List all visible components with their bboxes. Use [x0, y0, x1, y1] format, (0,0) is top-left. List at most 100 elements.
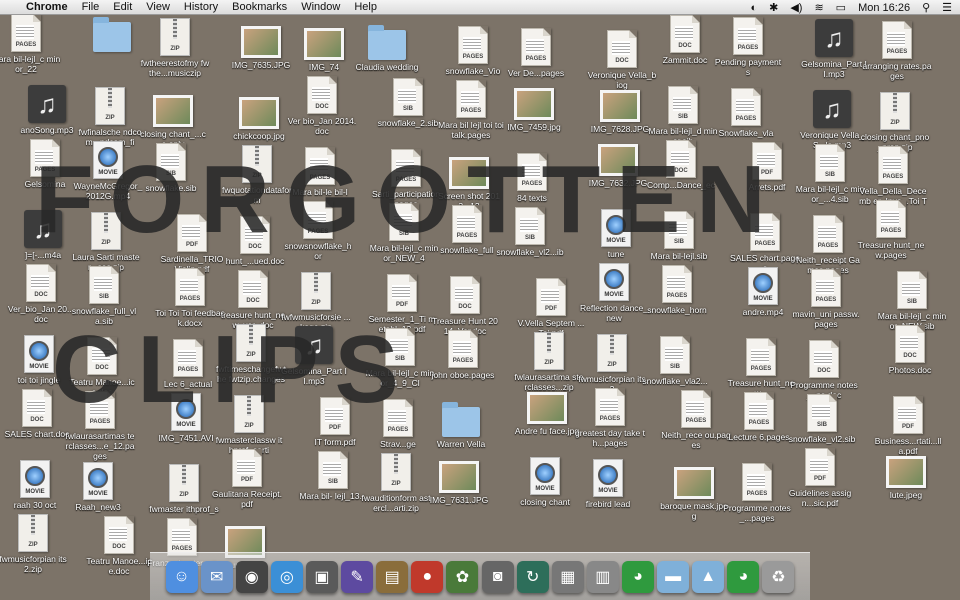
desktop-item[interactable]: PDF Gaulitana Receipt.pdf: [212, 449, 282, 509]
desktop-item[interactable]: PAGES Mara bil-lejl_c minor_22: [0, 14, 60, 74]
dock-chrome-2-icon[interactable]: ◕: [727, 560, 760, 593]
menu-clock[interactable]: Mon 16:26: [858, 2, 910, 14]
desktop-item-label: Pending payments: [714, 57, 782, 77]
desktop-item[interactable]: DOC Ver_bio_Jan 20...doc: [8, 264, 74, 324]
desktop-item[interactable]: ZIP fwmusicforpian its2.zip: [0, 514, 67, 574]
dock-downloads-folder-icon[interactable]: ▬: [657, 560, 690, 593]
desktop-item[interactable]: ZIP fwmaster ithprof_s: [149, 464, 219, 514]
desktop-item[interactable]: PAGES greatest day take th...pages: [575, 388, 645, 448]
desktop-item[interactable]: DOC Teatru Manoe...ice.doc: [86, 516, 152, 576]
desktop-item[interactable]: ♫ Gelsomina_Part II.mp3: [801, 19, 867, 79]
desktop-item[interactable]: PAGES Ver De...pages: [503, 28, 569, 78]
dock-timemachine-icon[interactable]: ↻: [516, 560, 549, 593]
dock-mail-icon[interactable]: ✉: [200, 560, 233, 593]
dock-safari-icon[interactable]: ◎: [270, 560, 303, 593]
desktop-item[interactable]: Claudia wedding: [354, 24, 420, 72]
dock-photobooth-icon[interactable]: ●: [411, 560, 444, 593]
desktop-item[interactable]: SIBMara bil-lejl_c minor_NEW.sib: [878, 271, 946, 331]
desktop-item[interactable]: IMG_7635.JPG: [228, 20, 294, 70]
dock-camera-icon[interactable]: ◙: [481, 560, 514, 593]
desktop-item[interactable]: closing chant_...ce only: [140, 89, 206, 149]
dock-apps-folder-icon[interactable]: ▲: [692, 560, 725, 593]
desktop-item[interactable]: SIBMara bil-lejl_d minor.sib: [649, 86, 717, 146]
desktop-item[interactable]: Andre fu face.jpg: [514, 386, 580, 436]
desktop-item[interactable]: PAGES snowflake_Vio: [440, 26, 506, 76]
desktop-item[interactable]: IMG_7628.JPG: [587, 84, 653, 134]
dock-chrome-icon[interactable]: ◕: [621, 560, 654, 593]
search-icon[interactable]: ⚲: [922, 1, 930, 14]
battery-icon[interactable]: ▭: [836, 1, 846, 14]
desktop-item[interactable]: DOC Photos.doc: [877, 325, 943, 375]
desktop-item[interactable]: ZIPfwmusicforpian its2: [578, 334, 646, 394]
menu-history[interactable]: History: [184, 1, 218, 13]
desktop-item[interactable]: IMG_7459.jpg: [501, 82, 567, 132]
menu-view[interactable]: View: [146, 1, 170, 13]
desktop-item[interactable]: PAGES Lecture 6.pages: [726, 392, 792, 442]
menu-bar: Chrome File Edit View History Bookmarks …: [0, 0, 960, 15]
dock-pen-icon[interactable]: ✎: [341, 560, 374, 593]
desktop-item[interactable]: DOC Veronique Vella_biog: [588, 30, 656, 90]
desktop-item[interactable]: DOCProgramme notes_..ns.doc: [790, 340, 858, 400]
desktop-item[interactable]: PAGES Pending payments: [715, 17, 781, 77]
desktop-item[interactable]: PAGES Neith_rece ou.pages: [661, 390, 731, 450]
dock-dvd-icon[interactable]: ▦: [551, 560, 584, 593]
desktop-item[interactable]: PAGES Programme notes_...pages: [723, 463, 791, 523]
desktop-item[interactable]: PAGES snowflake_horn: [644, 265, 710, 315]
dock-preview-icon[interactable]: ▤: [376, 560, 409, 593]
menu-help[interactable]: Help: [354, 1, 377, 13]
desktop-item[interactable]: ZIP fwtheerestofmy fwthe...musiczip: [141, 18, 209, 78]
dock-trash-icon[interactable]: ♻: [762, 560, 795, 593]
desktop-item[interactable]: lute.jpeg: [873, 450, 939, 500]
desktop-item[interactable]: MOVIE andre.mp4: [730, 267, 796, 317]
desktop-item[interactable]: SIB snowflake_vla2...: [642, 336, 708, 386]
dock-facetime-icon[interactable]: ▣: [305, 560, 338, 593]
desktop-item[interactable]: PAGES Mara bil lejl toi toi talk.pages: [438, 80, 504, 140]
desktop-item[interactable]: PAGES mavin_uni passw.pages: [792, 269, 860, 329]
bluetooth-icon[interactable]: ✱: [769, 1, 778, 14]
desktop-item[interactable]: MOVIE firebird lead: [575, 459, 641, 509]
dock-iphoto-icon[interactable]: ✿: [446, 560, 479, 593]
desktop-item-label: Andre fu face.jpg: [514, 426, 580, 436]
dock-network-icon[interactable]: ▥: [586, 560, 619, 593]
menu-bookmarks[interactable]: Bookmarks: [232, 1, 287, 13]
app-menu[interactable]: Chrome: [26, 1, 68, 13]
desktop-item[interactable]: ZIP fwlaurasartima sterclasses...zip: [515, 332, 583, 392]
desktop-item[interactable]: ♫ anoSong.mp3: [14, 85, 80, 135]
desktop-item[interactable]: ZIPclosing chant_pno_prop.zip: [861, 92, 929, 152]
desktop-item[interactable]: SIB snowflake_vl2.sib: [789, 394, 855, 444]
desktop-item[interactable]: IMG_74: [291, 22, 357, 72]
desktop-item[interactable]: ♫Veronique Vella_S...la.mp3: [799, 90, 865, 150]
desktop-item[interactable]: PDFV.Vella Septem ...Toi.pdf: [518, 278, 584, 338]
desktop-item[interactable]: MOVIE Raah_new3: [65, 462, 131, 512]
desktop-item[interactable]: DOC Ver bio_Jan 2014.doc: [288, 76, 356, 136]
page-lines: [814, 351, 832, 365]
desktop-item[interactable]: SIB snowflake_2.sib: [375, 78, 441, 128]
desktop-item[interactable]: PDF Business...rtati...lla.pdf: [875, 396, 941, 456]
dock-finder-icon[interactable]: ☺: [165, 560, 198, 593]
desktop-item[interactable]: [79, 16, 145, 54]
desktop-item[interactable]: DOC Zammit.doc: [652, 15, 718, 65]
desktop-item[interactable]: MOVIE closing chant: [512, 457, 578, 507]
desktop-item[interactable]: SIB Mara bil- lejl_13...: [299, 451, 367, 501]
desktop-item[interactable]: PAGES arranging rates.pages: [863, 21, 932, 81]
desktop-item[interactable]: ZIPfwfinalsche ndcom...ndcom_fi: [77, 87, 143, 147]
desktop-item[interactable]: baroque mask.jpeg: [660, 461, 728, 521]
notifications-icon[interactable]: ☰: [942, 1, 952, 14]
page-lines: [461, 91, 479, 105]
page-lines: [27, 400, 45, 414]
desktop-item[interactable]: MOVIE raah 30 oct: [2, 460, 68, 510]
desktop-item[interactable]: PAGESTreasure hunt_new...: [728, 338, 794, 398]
desktop-item[interactable]: ZIP fwauditionform astercl...arti.zip: [362, 453, 430, 513]
wifi-icon[interactable]: ≋: [814, 1, 823, 14]
desktop-item[interactable]: PAGES Snowflake_vla: [713, 88, 779, 138]
menu-window[interactable]: Window: [301, 1, 340, 13]
desktop-item[interactable]: chickcoop.jpg: [226, 91, 292, 141]
volume-icon[interactable]: ◀): [790, 1, 802, 14]
dock-launchpad-icon[interactable]: ◉: [235, 560, 268, 593]
desktop-item[interactable]: PDF Guidelines assign...sic.pdf: [787, 448, 853, 508]
desktop-item[interactable]: IMG_7631.JPG: [426, 455, 492, 505]
status-icon[interactable]: ◐: [750, 2, 757, 14]
menu-file[interactable]: File: [82, 1, 100, 13]
desktop-item[interactable]: MOVIE Reflection dance_new: [580, 263, 648, 323]
menu-edit[interactable]: Edit: [113, 1, 132, 13]
